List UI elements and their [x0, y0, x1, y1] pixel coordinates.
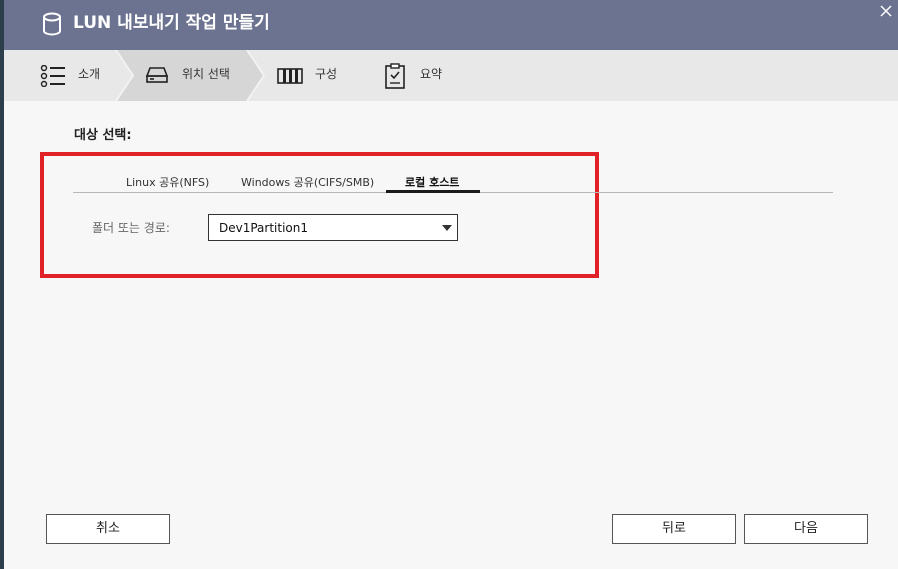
stepper-background — [4, 50, 898, 101]
step-label-location: 위치 선택 — [182, 67, 230, 81]
title-bar: LUN 내보내기 작업 만들기 — [4, 0, 898, 50]
dialog-window: LUN 내보내기 작업 만들기 소개 위치 선택 구성 요약 대상 선택: Li… — [4, 0, 898, 569]
dialog-title: LUN 내보내기 작업 만들기 — [73, 13, 270, 33]
tab-nfs[interactable]: Linux 공유(NFS) — [126, 176, 209, 190]
close-icon[interactable] — [879, 4, 893, 18]
dropdown-arrow-icon — [442, 225, 452, 231]
clipboard-icon — [385, 63, 405, 89]
step-label-config: 구성 — [315, 67, 338, 81]
step-label-intro: 소개 — [78, 67, 101, 81]
drive-icon — [145, 67, 169, 83]
next-button[interactable]: 다음 — [744, 514, 868, 544]
back-button[interactable]: 뒤로 — [612, 514, 736, 544]
database-icon — [43, 12, 61, 36]
cancel-button[interactable]: 취소 — [46, 514, 170, 544]
step-label-summary: 요약 — [420, 67, 443, 81]
settings-bars-icon — [277, 68, 303, 84]
folder-path-value: Dev1Partition1 — [219, 221, 309, 235]
section-title: 대상 선택: — [74, 128, 132, 143]
list-icon — [40, 65, 65, 87]
folder-path-label: 폴더 또는 경로: — [92, 221, 170, 235]
active-tab-indicator — [386, 190, 480, 193]
wizard-stepper: 소개 위치 선택 구성 요약 — [4, 50, 898, 101]
folder-path-select[interactable]: Dev1Partition1 — [208, 214, 458, 241]
tab-cifs-smb[interactable]: Windows 공유(CIFS/SMB) — [241, 176, 374, 190]
tab-local-host[interactable]: 로컬 호스트 — [405, 176, 459, 190]
